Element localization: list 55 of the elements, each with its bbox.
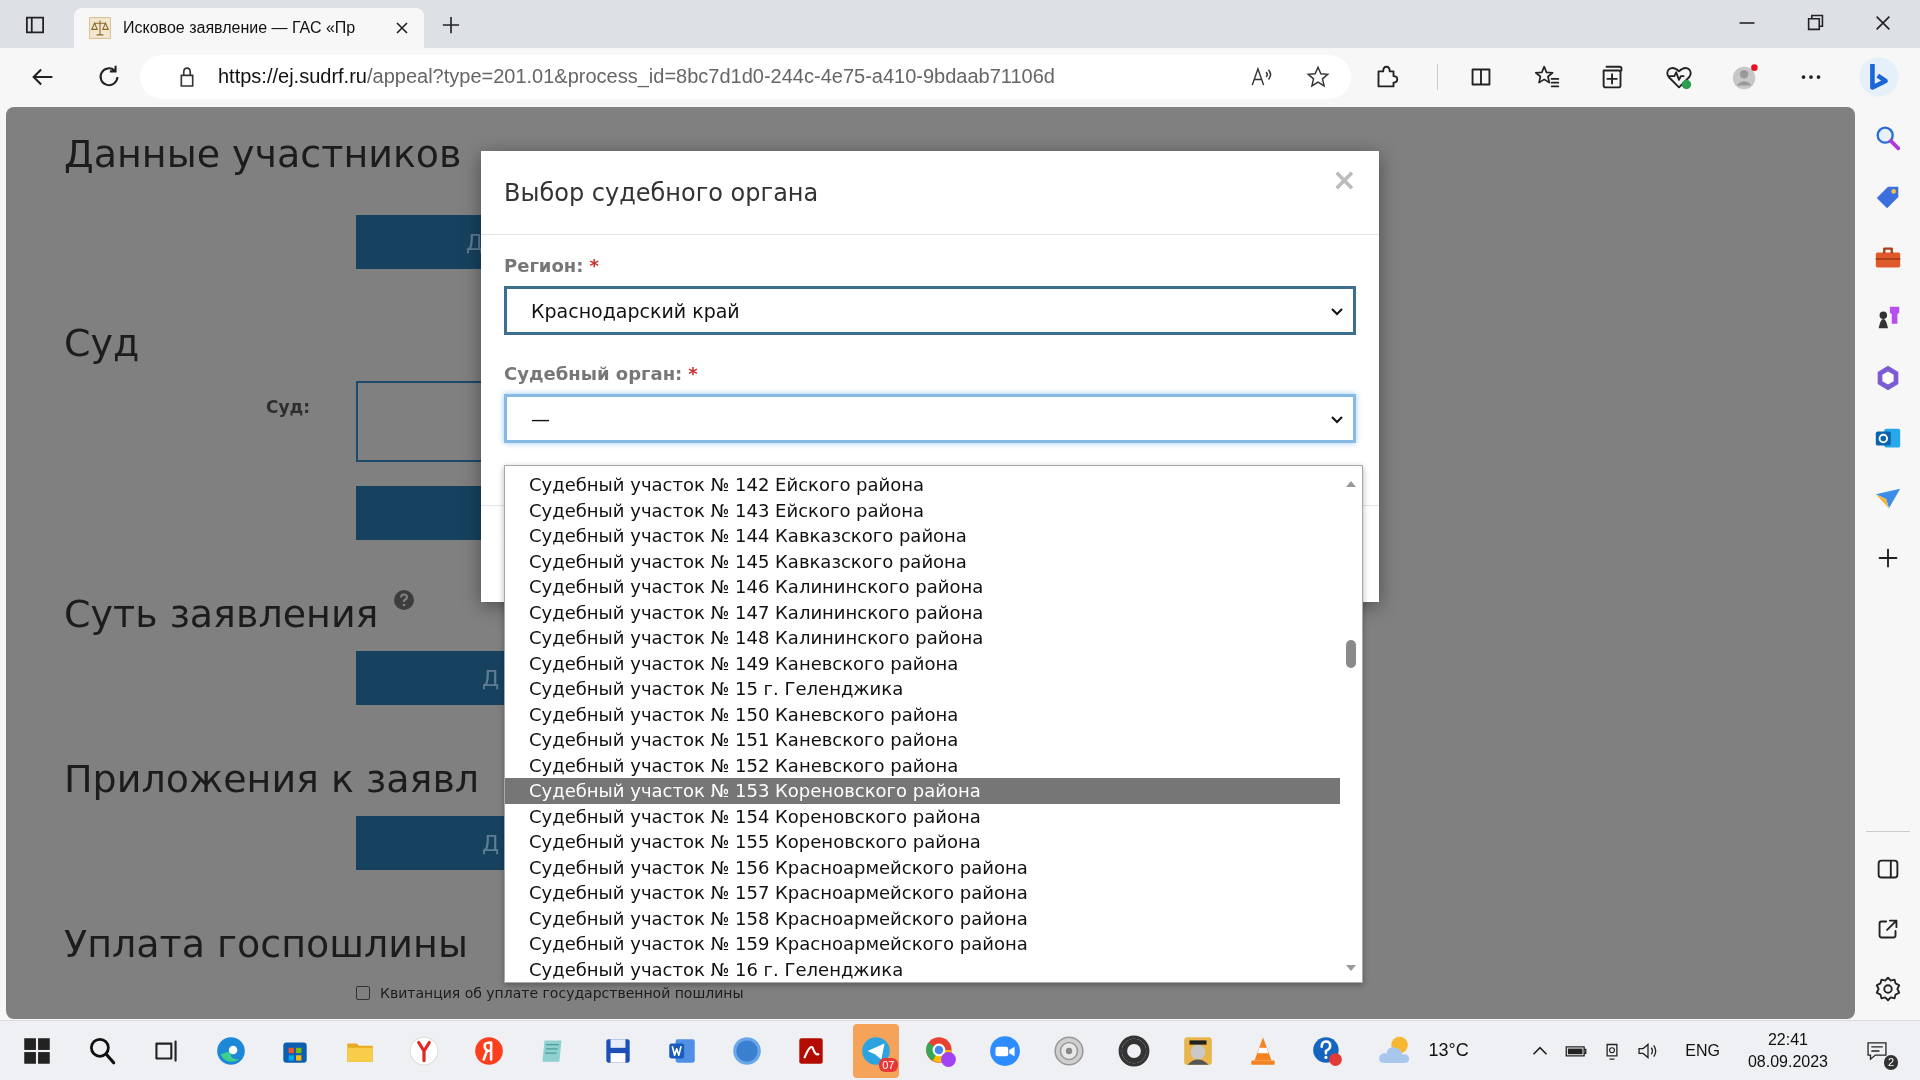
dropdown-option[interactable]: Судебный участок № 143 Ейского района xyxy=(505,497,1340,523)
scales-icon xyxy=(89,17,111,39)
scroll-up-icon[interactable] xyxy=(1345,480,1357,488)
dropdown-option[interactable]: Судебный участок № 156 Красноармейского района xyxy=(505,854,1340,880)
profile-avatar-icon[interactable] xyxy=(1730,61,1760,92)
dropdown-option[interactable]: Судебный участок № 152 Каневского района xyxy=(505,752,1340,778)
dropdown-option[interactable]: Судебный участок № 148 Калининского района xyxy=(505,625,1340,651)
checkbox-label: Квитанция об уплате государственной пошлины xyxy=(380,985,744,1001)
section-heading: Суд xyxy=(64,320,140,367)
select-field[interactable]: Краснодарский край xyxy=(504,286,1356,335)
field-label: Суд: xyxy=(264,396,311,419)
required-mark: * xyxy=(589,255,599,276)
count-badge: 07 xyxy=(879,1057,898,1072)
section-heading: Приложения к заявл xyxy=(64,756,480,803)
dropdown-option[interactable]: Судебный участок № 157 Красноармейского района xyxy=(505,880,1340,906)
field-label: Регион: xyxy=(504,255,584,276)
dropdown-option[interactable]: Судебный участок № 159 Красноармейского района xyxy=(505,931,1340,957)
dropdown-option[interactable]: Судебный участок № 144 Кавказского района xyxy=(505,523,1340,549)
dropdown-option[interactable]: Судебный участок № 142 Ейского района xyxy=(505,472,1340,498)
dropdown-option[interactable]: Судебный участок № 158 Красноармейского района xyxy=(505,905,1340,931)
select-field[interactable]: — xyxy=(504,394,1356,443)
dropdown-option[interactable]: Судебный участок № 154 Кореновского района xyxy=(505,803,1340,829)
clock-time[interactable]: 22:41 xyxy=(1767,1028,1808,1051)
url-text: https://ej.sudrf.ru/appeal?type=201.01&process_id=8bc7d1d0-244c-4e75-a410-9bdaab71106d xyxy=(218,65,1055,88)
dropdown-option[interactable]: Судебный участок № 147 Калининского района xyxy=(505,599,1340,625)
dropdown-option[interactable]: Судебный участок № 16 г. Геленджика xyxy=(505,956,1340,982)
modal-title: Выбор судебного органа xyxy=(504,178,819,207)
dropdown-option[interactable]: Судебный участок № 146 Калининского района xyxy=(505,574,1340,600)
checkbox[interactable] xyxy=(356,986,370,1000)
dropdown-option[interactable]: Судебный участок № 15 г. Геленджика xyxy=(505,676,1340,702)
browser-tab[interactable]: Исковое заявление — ГАС «Пр xyxy=(74,8,424,48)
taskbar-button[interactable]: 07 xyxy=(852,1023,899,1078)
scroll-down-icon[interactable] xyxy=(1345,964,1357,972)
dropdown-option[interactable]: Судебный участок № 150 Каневского района xyxy=(505,701,1340,727)
video-camera-icon[interactable] xyxy=(987,1033,1022,1068)
temperature-text[interactable]: 13°C xyxy=(1428,1040,1469,1061)
scrollbar-thumb[interactable] xyxy=(1346,640,1356,668)
section-heading: Уплата госпошлины xyxy=(64,921,468,968)
language-indicator[interactable]: ENG xyxy=(1685,1041,1720,1060)
dropdown-option[interactable]: Судебный участок № 153 Кореновского района xyxy=(505,778,1340,804)
dropdown-option[interactable]: Судебный участок № 145 Кавказского района xyxy=(505,548,1340,574)
section-heading: Суть заявления xyxy=(64,591,379,638)
dropdown-option[interactable]: Судебный участок № 155 Кореновского района xyxy=(505,829,1340,855)
section-heading: Данные участников xyxy=(64,131,462,178)
help-icon[interactable] xyxy=(394,590,415,610)
sidebar-app-icon[interactable] xyxy=(1858,55,1900,98)
address-bar[interactable]: https://ej.sudrf.ru/appeal?type=201.01&process_id=8bc7d1d0-244c-4e75-a410-9bdaab71106d xyxy=(140,54,1351,99)
field-label: Судебный орган: xyxy=(504,363,683,384)
dropdown-option[interactable]: Судебный участок № 151 Каневского района xyxy=(505,727,1340,753)
required-mark: * xyxy=(688,363,698,384)
tab-title: Исковое заявление — ГАС «Пр xyxy=(123,19,357,37)
speaker-icon[interactable] xyxy=(1052,1033,1086,1068)
notification-count: 2 xyxy=(1883,1054,1898,1070)
dropdown-option[interactable]: Судебный участок № 149 Каневского района xyxy=(505,650,1340,676)
clock-date[interactable]: 08.09.2023 xyxy=(1747,1050,1828,1073)
